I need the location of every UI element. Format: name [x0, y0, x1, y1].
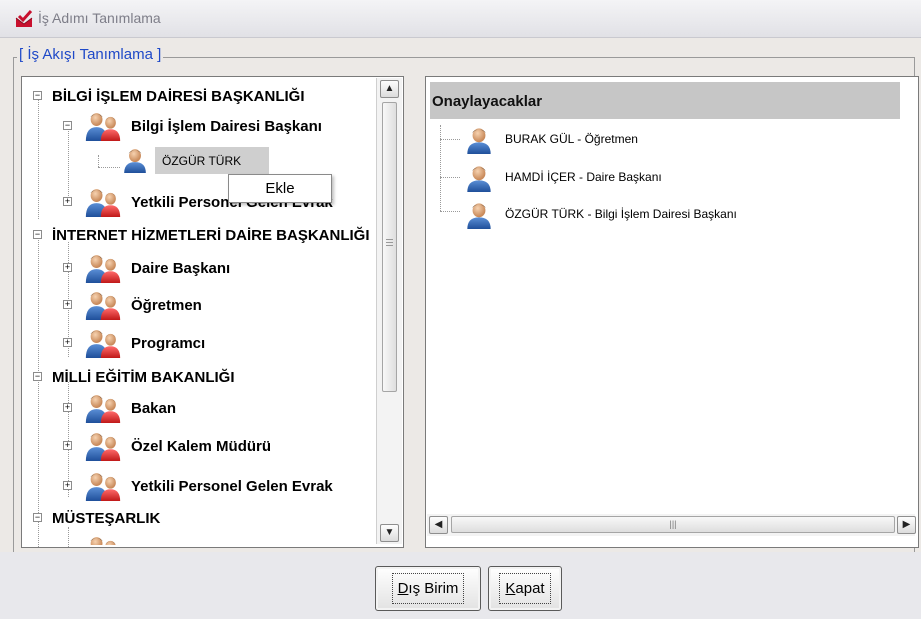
tree-node-mustesarlik[interactable]: − MÜSTEŞARLIK — [30, 503, 160, 533]
expand-icon[interactable]: + — [63, 197, 72, 206]
users-icon — [84, 431, 122, 461]
tree-node-label: MÜSTEŞARLIK — [52, 509, 161, 527]
tree-node-bilgi-islem-baskani[interactable]: − Bilgi İşlem Dairesi Başkanı — [60, 111, 322, 141]
approver-item[interactable]: BURAK GÜL - Öğretmen — [465, 124, 638, 154]
tree-node-label: BİLGİ İŞLEM DAİRESİ BAŞKANLIĞI — [52, 87, 305, 105]
users-icon — [84, 111, 122, 141]
expand-icon[interactable]: + — [63, 300, 72, 309]
users-icon — [84, 187, 122, 217]
tree-node-label: Özel Kalem Müdürü — [131, 437, 272, 455]
context-menu-item-label: Ekle — [265, 180, 295, 197]
expand-icon[interactable]: + — [63, 338, 72, 347]
tree-node-ozgur-turk[interactable]: ÖZGÜR TÜRK — [122, 147, 241, 174]
button-label: ış Birim — [408, 580, 459, 597]
users-icon — [84, 471, 122, 501]
users-icon — [84, 393, 122, 423]
mnemonic: D — [397, 580, 409, 597]
mnemonic: K — [505, 580, 516, 597]
tree-node-label: Yetkili Personel Gelen Evrak — [131, 477, 333, 495]
title-bar: İş Adımı Tanımlama — [0, 0, 921, 38]
dis-birim-button[interactable]: Dış Birim — [375, 566, 481, 611]
collapse-icon[interactable]: − — [33, 230, 42, 239]
expand-icon[interactable]: + — [63, 263, 72, 272]
context-menu-add[interactable]: Ekle — [228, 174, 332, 203]
collapse-icon[interactable]: − — [33, 91, 42, 100]
expand-icon[interactable]: + — [63, 403, 72, 412]
approver-label: ÖZGÜR TÜRK - Bilgi İşlem Dairesi Başkanı — [505, 207, 737, 221]
scroll-thumb[interactable]: ||| — [451, 516, 895, 533]
approver-item[interactable]: ÖZGÜR TÜRK - Bilgi İşlem Dairesi Başkanı — [465, 199, 737, 229]
user-icon — [465, 164, 493, 192]
users-icon — [84, 328, 122, 358]
tree-node-ogretmen[interactable]: + Öğretmen — [60, 290, 202, 320]
tree-node-label: Daire Başkanı — [131, 259, 231, 277]
tree-node-daire-baskani[interactable]: + Daire Başkanı — [60, 253, 230, 283]
user-icon — [465, 126, 493, 154]
expand-icon[interactable]: + — [63, 481, 72, 490]
users-icon — [84, 253, 122, 283]
approver-label: HAMDİ İÇER - Daire Başkanı — [505, 170, 662, 184]
tree-node-label: MİLLİ EĞİTİM BAKANLIĞI — [52, 368, 235, 386]
approver-item[interactable]: HAMDİ İÇER - Daire Başkanı — [465, 162, 662, 192]
users-icon — [84, 535, 122, 545]
kapat-button[interactable]: Kapat — [488, 566, 562, 611]
tree-node-yetkili-personel-2[interactable]: + Yetkili Personel Gelen Evrak — [60, 471, 333, 501]
window-title: İş Adımı Tanımlama — [38, 10, 161, 26]
tree-node-bakan[interactable]: + Bakan — [60, 393, 176, 423]
users-icon — [84, 290, 122, 320]
envelope-check-icon — [15, 10, 33, 27]
scroll-right-button[interactable]: ▶ — [897, 516, 916, 534]
tree-node-ozel-kalem[interactable]: + Özel Kalem Müdürü — [60, 431, 271, 461]
group-legend: [ İş Akışı Tanımlama ] — [17, 46, 164, 63]
expand-icon[interactable]: + — [63, 441, 72, 450]
tree-node-label: İNTERNET HİZMETLERİ DAİRE BAŞKANLIĞI — [52, 226, 370, 244]
approvers-horizontal-scrollbar[interactable]: ◀ ||| ▶ — [427, 514, 916, 536]
scroll-left-button[interactable]: ◀ — [429, 516, 448, 534]
collapse-icon[interactable]: − — [33, 513, 42, 522]
tree-node-programci[interactable]: + Programcı — [60, 328, 205, 358]
tree-node-label: Öğretmen — [131, 296, 202, 314]
scroll-up-button[interactable]: ▲ — [380, 80, 399, 98]
tree-node-label: ÖZGÜR TÜRK — [162, 153, 242, 168]
user-icon — [465, 201, 493, 229]
scroll-thumb[interactable] — [382, 102, 397, 392]
tree-node-internet-hizmetleri[interactable]: − İNTERNET HİZMETLERİ DAİRE BAŞKANLIĞI — [30, 220, 376, 250]
button-label: apat — [515, 580, 545, 597]
user-icon — [122, 147, 148, 173]
tree-vertical-scrollbar[interactable]: ▲ ▼ — [376, 78, 402, 544]
approvers-header-label: Onaylayacaklar — [432, 93, 543, 110]
tree-node-bilgi-islem[interactable]: − BİLGİ İŞLEM DAİRESİ BAŞKANLIĞI — [30, 81, 305, 111]
tree-node-milli-egitim[interactable]: − MİLLİ EĞİTİM BAKANLIĞI — [30, 362, 234, 392]
approver-label: BURAK GÜL - Öğretmen — [505, 132, 638, 146]
tree-node-partial — [84, 535, 144, 545]
collapse-icon[interactable]: − — [33, 372, 42, 381]
tree-node-label: Bakan — [131, 399, 177, 417]
tree-node-label: Bilgi İşlem Dairesi Başkanı — [131, 117, 322, 135]
scroll-down-button[interactable]: ▼ — [380, 524, 399, 542]
collapse-icon[interactable]: − — [63, 121, 72, 130]
tree-node-label: Programcı — [131, 334, 206, 352]
